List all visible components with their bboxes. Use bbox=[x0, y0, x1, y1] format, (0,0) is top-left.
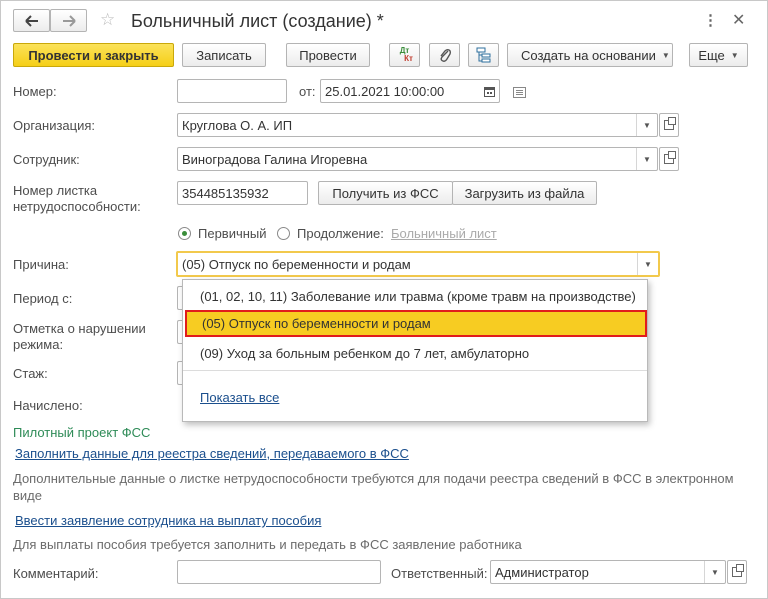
reason-dropdown-list: (01, 02, 10, 11) Заболевание или травма … bbox=[182, 279, 648, 422]
additional-info-line1: Дополнительные данные о листке нетрудосп… bbox=[13, 471, 734, 486]
chevron-down-icon[interactable]: ▼ bbox=[637, 253, 658, 275]
pilot-project-label: Пилотный проект ФСС bbox=[13, 425, 151, 440]
chevron-down-icon[interactable]: ▼ bbox=[636, 148, 657, 170]
arrow-right-icon bbox=[62, 14, 76, 27]
payment-info-text: Для выплаты пособия требуется заполнить … bbox=[13, 537, 522, 552]
dropdown-divider bbox=[183, 370, 647, 371]
violation-label-line1: Отметка о нарушении bbox=[13, 321, 146, 336]
chevron-down-icon: ▼ bbox=[730, 50, 739, 60]
more-button[interactable]: Еще ▼ bbox=[689, 43, 748, 67]
create-based-on-button[interactable]: Создать на основании ▼ bbox=[507, 43, 673, 67]
post-and-close-button[interactable]: Провести и закрыть bbox=[13, 43, 174, 67]
accrued-label: Начислено: bbox=[13, 398, 83, 413]
load-from-file-button[interactable]: Загрузить из файла bbox=[452, 181, 597, 205]
from-label: от: bbox=[299, 84, 316, 99]
open-organization-button[interactable] bbox=[659, 113, 679, 137]
dropdown-option-illness[interactable]: (01, 02, 10, 11) Заболевание или травма … bbox=[183, 283, 647, 310]
radio-primary[interactable] bbox=[178, 227, 191, 240]
experience-label: Стаж: bbox=[13, 366, 48, 381]
date-input[interactable]: 25.01.2021 10:00:00 bbox=[320, 79, 500, 103]
favorite-star-icon[interactable]: ☆ bbox=[100, 11, 118, 29]
open-window-icon bbox=[664, 151, 676, 164]
sick-leave-link[interactable]: Больничный лист bbox=[391, 226, 497, 241]
calendar-icon[interactable] bbox=[479, 80, 499, 102]
enter-statement-link[interactable]: Ввести заявление сотрудника на выплату п… bbox=[15, 513, 321, 528]
number-label: Номер: bbox=[13, 84, 57, 99]
back-button[interactable] bbox=[13, 9, 50, 32]
employee-label: Сотрудник: bbox=[13, 152, 80, 167]
open-window-icon bbox=[664, 117, 676, 130]
comment-input[interactable] bbox=[177, 560, 381, 584]
dropdown-option-child-care[interactable]: (09) Уход за больным ребенком до 7 лет, … bbox=[183, 340, 647, 367]
hierarchy-icon bbox=[476, 47, 490, 63]
dropdown-option-maternity[interactable]: (05) Отпуск по беременности и родам bbox=[185, 310, 647, 337]
chevron-down-icon[interactable]: ▼ bbox=[636, 114, 657, 136]
chevron-down-icon: ▼ bbox=[661, 50, 670, 60]
forward-button[interactable] bbox=[50, 9, 87, 32]
radio-primary-label: Первичный bbox=[198, 226, 267, 241]
radio-continuation-label: Продолжение: bbox=[297, 226, 384, 241]
structure-button[interactable] bbox=[468, 43, 499, 67]
date-value: 25.01.2021 10:00:00 bbox=[325, 83, 445, 99]
comment-label: Комментарий: bbox=[13, 566, 99, 581]
responsible-select[interactable]: Администратор ▼ bbox=[490, 560, 726, 584]
sheet-number-label-line1: Номер листка bbox=[13, 183, 98, 198]
employee-select[interactable]: Виноградова Галина Игоревна ▼ bbox=[177, 147, 658, 171]
violation-label-line2: режима: bbox=[13, 337, 64, 352]
more-vertical-icon[interactable]: ⋮ bbox=[703, 11, 718, 29]
organization-value: Круглова О. А. ИП bbox=[182, 117, 293, 133]
create-based-on-label: Создать на основании bbox=[521, 47, 656, 63]
dt-kt-button[interactable]: Дт Кт bbox=[389, 43, 420, 67]
document-list-icon[interactable] bbox=[513, 86, 526, 101]
attach-button[interactable] bbox=[429, 43, 460, 67]
reason-select[interactable]: (05) Отпуск по беременности и родам ▼ bbox=[176, 251, 660, 277]
responsible-label: Ответственный: bbox=[391, 566, 488, 581]
open-window-icon bbox=[732, 564, 744, 577]
sheet-number-input[interactable]: 354485135932 bbox=[177, 181, 308, 205]
post-button[interactable]: Провести bbox=[286, 43, 370, 67]
fill-fss-data-link[interactable]: Заполнить данные для реестра сведений, п… bbox=[15, 446, 409, 461]
organization-select[interactable]: Круглова О. А. ИП ▼ bbox=[177, 113, 658, 137]
organization-label: Организация: bbox=[13, 118, 96, 133]
responsible-value: Администратор bbox=[495, 564, 589, 580]
save-button[interactable]: Записать bbox=[182, 43, 266, 67]
more-label: Еще bbox=[698, 47, 725, 63]
close-icon[interactable]: ✕ bbox=[732, 10, 745, 30]
paperclip-icon bbox=[439, 48, 451, 62]
open-employee-button[interactable] bbox=[659, 147, 679, 171]
show-all-link[interactable]: Показать все bbox=[200, 390, 279, 405]
kt-icon-text: Кт bbox=[404, 54, 413, 63]
open-responsible-button[interactable] bbox=[727, 560, 747, 584]
employee-value: Виноградова Галина Игоревна bbox=[182, 151, 368, 167]
number-input[interactable] bbox=[177, 79, 287, 103]
page-title: Больничный лист (создание) * bbox=[131, 11, 384, 31]
radio-continuation[interactable] bbox=[277, 227, 290, 240]
get-from-fss-button[interactable]: Получить из ФСС bbox=[318, 181, 453, 205]
sheet-number-value: 354485135932 bbox=[182, 185, 269, 201]
reason-label: Причина: bbox=[13, 257, 69, 272]
arrow-left-icon bbox=[24, 14, 38, 27]
sheet-number-label-line2: нетрудоспособности: bbox=[13, 199, 141, 214]
reason-value: (05) Отпуск по беременности и родам bbox=[182, 256, 411, 272]
additional-info-line2: виде bbox=[13, 488, 42, 503]
period-label: Период с: bbox=[13, 291, 73, 306]
chevron-down-icon[interactable]: ▼ bbox=[704, 561, 725, 583]
